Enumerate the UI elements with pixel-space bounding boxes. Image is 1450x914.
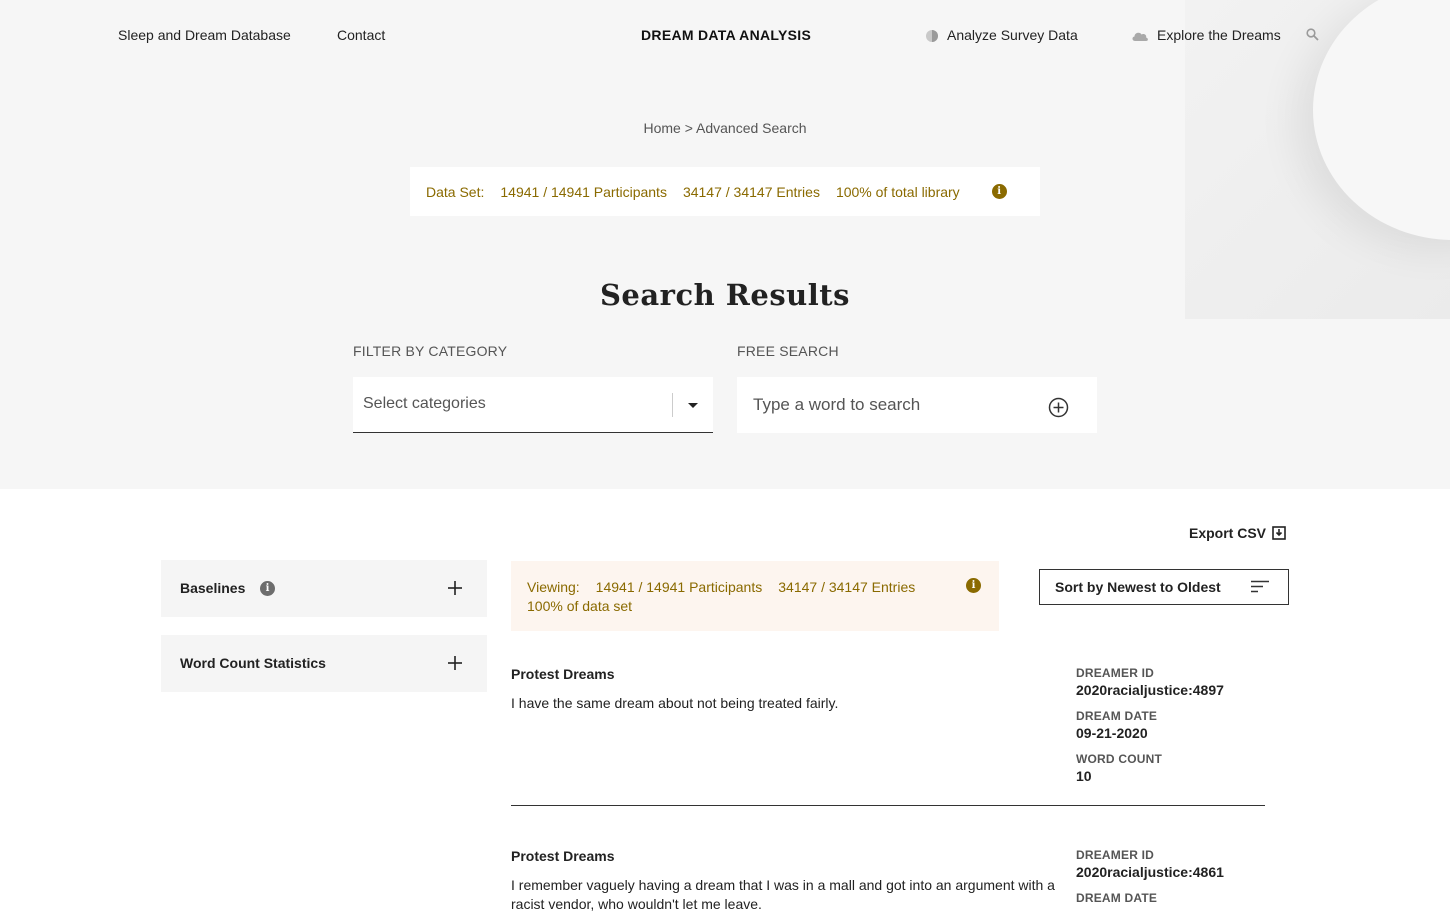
info-icon[interactable]: i	[966, 578, 981, 593]
result-meta: DREAMER ID 2020racialjustice:4897 DREAM …	[1076, 666, 1266, 795]
add-circle-icon[interactable]	[1048, 397, 1069, 423]
dream-date-label: DREAM DATE	[1076, 709, 1158, 723]
dataset-entries: 34147 / 34147 Entries	[682, 183, 820, 200]
category-select-placeholder: Select categories	[363, 395, 486, 412]
nav-link-database[interactable]: Sleep and Dream Database	[118, 26, 291, 44]
viewing-label: Viewing:	[527, 579, 580, 595]
viewing-summary-bar: Viewing: 14941 / 14941 Participants 34147 …	[511, 561, 999, 631]
caret-down-icon[interactable]	[688, 403, 698, 408]
page-title: Search Results	[599, 278, 850, 312]
export-csv-button[interactable]: Export CSV	[1189, 524, 1286, 542]
plus-icon[interactable]	[447, 580, 463, 596]
select-separator	[672, 393, 673, 417]
sort-button[interactable]: Sort by Newest to Oldest	[1039, 569, 1289, 605]
word-count-value: 10	[1076, 768, 1092, 784]
free-search-label: FREE SEARCH	[737, 343, 839, 359]
dataset-label: Data Set:	[426, 183, 485, 200]
viewing-entries: 34147 / 34147 Entries	[778, 579, 916, 595]
nav-link-analyze[interactable]: Analyze Survey Data	[925, 26, 1078, 44]
result-category: Protest Dreams	[511, 666, 615, 682]
pie-chart-icon	[926, 30, 938, 43]
hero-section: Sleep and Dream Database Contact DREAM D…	[0, 0, 1450, 489]
site-title[interactable]: DREAM DATA ANALYSIS	[641, 26, 811, 44]
download-icon	[1272, 525, 1286, 540]
dreamer-id-label: DREAMER ID	[1076, 848, 1155, 862]
nav-link-analyze-label: Analyze Survey Data	[947, 27, 1078, 43]
dreamer-id-value: 2020racialjustice:4897	[1076, 682, 1224, 698]
dreamer-id-label: DREAMER ID	[1076, 666, 1155, 680]
dream-date-value: 09-21-2020	[1076, 725, 1148, 741]
dataset-participants: 14941 / 14941 Participants	[500, 183, 667, 200]
cloud-icon	[1132, 33, 1148, 42]
category-select[interactable]: Select categories	[353, 377, 713, 433]
result-text: I have the same dream about not being tr…	[511, 695, 839, 711]
viewing-percent: 100% of data set	[527, 598, 633, 614]
search-icon[interactable]	[1306, 28, 1319, 46]
accordion-baselines-label: Baselines	[180, 580, 246, 596]
free-search-input[interactable]	[737, 377, 1097, 433]
word-count-label: WORD COUNT	[1076, 752, 1162, 766]
export-csv-label: Export CSV	[1189, 525, 1267, 541]
plus-icon[interactable]	[447, 655, 463, 671]
info-icon[interactable]: i	[991, 184, 1007, 199]
viewing-participants: 14941 / 14941 Participants	[595, 579, 763, 595]
info-icon[interactable]: i	[260, 581, 275, 596]
result-category: Protest Dreams	[511, 848, 615, 864]
sort-button-label: Sort by Newest to Oldest	[1055, 579, 1221, 595]
nav-link-explore-label: Explore the Dreams	[1157, 27, 1281, 43]
sort-lines-icon	[1251, 580, 1269, 593]
dreamer-id-value: 2020racialjustice:4861	[1076, 864, 1224, 880]
result-text: I remember vaguely having a dream that I…	[511, 877, 1055, 912]
nav-link-explore[interactable]: Explore the Dreams	[1131, 26, 1281, 44]
dream-date-label: DREAM DATE	[1076, 891, 1158, 905]
dataset-summary-bar: Data Set: 14941 / 14941 Participants 341…	[410, 167, 1040, 216]
result-divider	[511, 805, 1265, 806]
accordion-word-count[interactable]: Word Count Statistics	[161, 635, 487, 692]
breadcrumb[interactable]: Home > Advanced Search	[0, 119, 1450, 137]
result-meta: DREAMER ID 2020racialjustice:4861 DREAM …	[1076, 848, 1266, 906]
accordion-word-count-label: Word Count Statistics	[180, 655, 326, 671]
nav-link-contact[interactable]: Contact	[337, 26, 385, 44]
accordion-baselines[interactable]: Baselines i	[161, 560, 487, 617]
dataset-percent: 100% of total library	[835, 183, 960, 200]
filter-category-label: FILTER BY CATEGORY	[353, 343, 508, 359]
